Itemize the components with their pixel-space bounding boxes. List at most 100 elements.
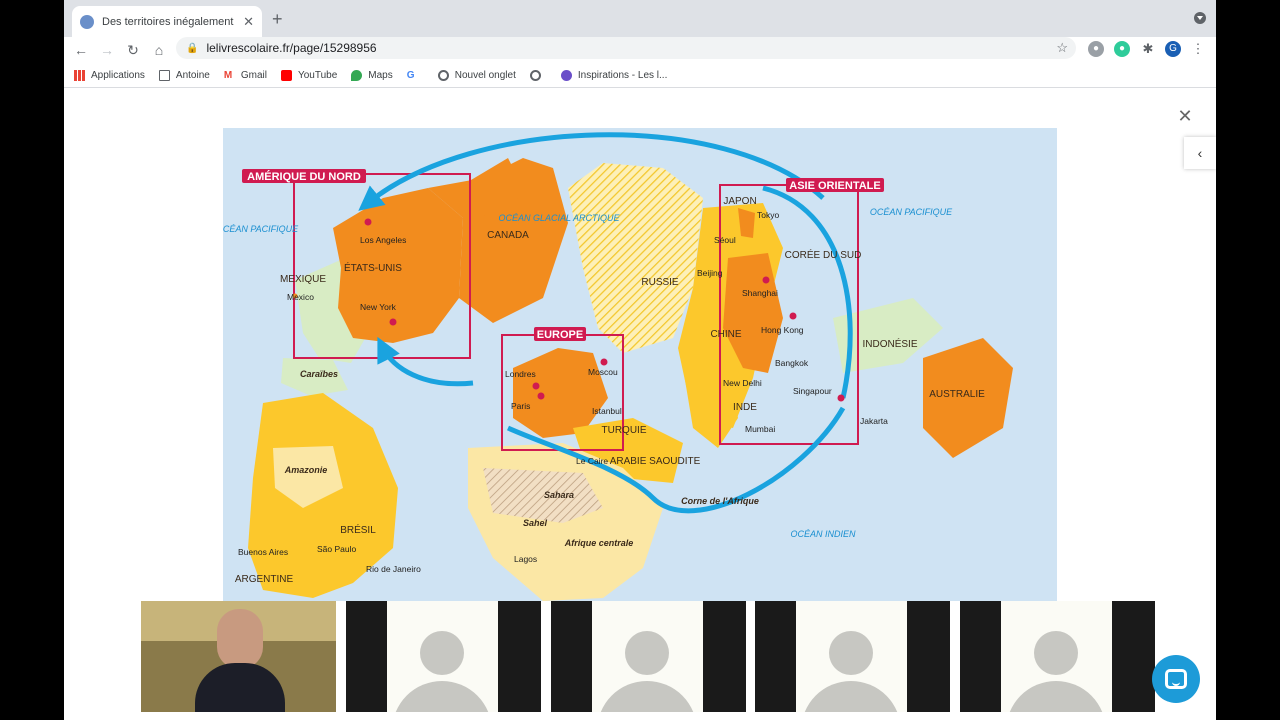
bookmark-google[interactable]: G: [407, 70, 424, 81]
city-dot-los-angeles: [364, 218, 372, 226]
region-amazon: Amazonie: [284, 465, 328, 475]
browser-window: Des territoires inégalement intégrés ✕ +…: [64, 0, 1216, 720]
video-tile-presenter[interactable]: [141, 601, 336, 712]
lock-icon: 🔒: [186, 42, 199, 54]
country-brazil: BRÉSIL: [340, 523, 376, 536]
country-usa: ÉTATS-UNIS: [344, 261, 402, 274]
tab-close-icon[interactable]: ✕: [243, 14, 254, 30]
city-dot-moscow: [600, 358, 608, 366]
new-tab-icon[interactable]: +: [272, 9, 283, 30]
city-dot-london: [532, 382, 540, 390]
city-dot-paris: [537, 392, 545, 400]
city-singapore: Singapour: [793, 386, 832, 396]
city-shanghai: Shanghai: [742, 288, 778, 298]
city-seoul: Séoul: [714, 235, 736, 245]
region-central-africa: Afrique centrale: [564, 538, 634, 548]
globe-icon: [437, 69, 449, 81]
svg-text:ASIE ORIENTALE: ASIE ORIENTALE: [789, 180, 880, 192]
ocean-pacific-east: OCÉAN PACIFIQUE: [870, 207, 953, 217]
svg-text:EUROPE: EUROPE: [537, 329, 583, 341]
country-turkey: TURQUIE: [602, 425, 647, 436]
city-sao-paulo: São Paulo: [317, 544, 356, 554]
chat-button[interactable]: [1152, 655, 1200, 703]
bookmark-gmail[interactable]: M Gmail: [224, 70, 267, 81]
menu-icon[interactable]: ⋮: [1190, 41, 1206, 57]
city-new-york: New York: [360, 302, 397, 312]
city-mumbai: Mumbai: [745, 424, 775, 434]
city-new-delhi: New Delhi: [723, 378, 762, 388]
google-icon: G: [406, 69, 415, 81]
bookmark-antoine[interactable]: Antoine: [158, 69, 210, 81]
bookmarks-bar: Applications Antoine M Gmail YouTube Maps…: [64, 63, 1216, 88]
browser-tab[interactable]: Des territoires inégalement intégrés ✕: [72, 6, 262, 37]
video-tile-participant-3[interactable]: [755, 601, 950, 712]
address-bar[interactable]: 🔒 lelivrescolaire.fr/page/15298956 ☆: [176, 37, 1076, 59]
reload-icon[interactable]: ↻: [120, 42, 146, 59]
bookmark-inspirations[interactable]: Inspirations - Les l...: [560, 69, 667, 81]
city-rio: Rio de Janeiro: [366, 564, 421, 574]
region-horn-africa: Corne de l'Afrique: [681, 496, 759, 506]
city-paris: Paris: [511, 401, 530, 411]
country-canada: CANADA: [487, 230, 529, 241]
grammarly-icon[interactable]: ●: [1114, 41, 1130, 57]
tab-title: Des territoires inégalement intégrés: [102, 15, 237, 28]
ocean-arctic: OCÉAN GLACIAL ARCTIQUE: [498, 213, 620, 223]
country-indonesia: INDONÉSIE: [862, 337, 917, 350]
bookmark-youtube[interactable]: YouTube: [280, 69, 337, 81]
country-saudi: ARABIE SAOUDITE: [610, 456, 701, 467]
country-korea: CORÉE DU SUD: [785, 248, 862, 261]
region-caribbean: Caraïbes: [300, 369, 338, 379]
city-dot-new-york: [389, 318, 397, 326]
youtube-icon: [280, 69, 292, 81]
city-dot-hong-kong: [789, 312, 797, 320]
ocean-indian: OCÉAN INDIEN: [790, 529, 856, 539]
city-cairo: Le Caire: [576, 456, 608, 466]
avatar-placeholder-icon: [829, 631, 873, 675]
avatar-placeholder-icon: [420, 631, 464, 675]
close-icon[interactable]: ✕: [1172, 103, 1198, 129]
city-los-angeles: Los Angeles: [360, 235, 406, 245]
video-tile-participant-4[interactable]: [960, 601, 1155, 712]
country-china: CHINE: [710, 329, 741, 340]
city-tokyo: Tokyo: [757, 210, 779, 220]
home-icon[interactable]: ⌂: [146, 42, 172, 58]
puzzle-extensions-icon[interactable]: ✱: [1140, 41, 1156, 57]
country-mexico: MEXIQUE: [280, 274, 326, 285]
city-jakarta: Jakarta: [860, 416, 888, 426]
maps-pin-icon: [351, 69, 363, 81]
site-favicon-icon: [80, 14, 94, 29]
tab-strip: Des territoires inégalement intégrés ✕ +: [64, 0, 1216, 37]
country-japan: JAPON: [723, 196, 756, 207]
site-icon: [560, 69, 572, 81]
city-london: Londres: [505, 369, 536, 379]
video-tile-participant-2[interactable]: [551, 601, 746, 712]
profile-avatar[interactable]: G: [1165, 41, 1181, 57]
globe-icon: [529, 69, 541, 81]
country-argentina: ARGENTINE: [235, 574, 294, 585]
tab-search-icon[interactable]: [1194, 12, 1206, 24]
city-lagos: Lagos: [514, 554, 537, 564]
bookmark-new-tab[interactable]: Nouvel onglet: [437, 69, 516, 81]
chat-icon: [1165, 669, 1187, 689]
country-russia: RUSSIE: [641, 277, 679, 288]
city-moscow: Moscou: [588, 367, 618, 377]
bookmark-applications[interactable]: Applications: [74, 69, 145, 81]
chevron-left-icon[interactable]: ‹: [1184, 137, 1216, 169]
label-europe: EUROPE: [534, 327, 586, 341]
ocean-pacific-west: OCÉAN PACIFIQUE: [223, 224, 299, 234]
video-tile-participant-1[interactable]: [346, 601, 541, 712]
city-buenos-aires: Buenos Aires: [238, 547, 288, 557]
region-sahel: Sahel: [523, 518, 548, 528]
region-sahara: Sahara: [544, 490, 574, 500]
forward-icon[interactable]: →: [94, 42, 120, 58]
toolbar: ← → ↻ ⌂ 🔒 lelivrescolaire.fr/page/152989…: [64, 37, 1216, 63]
bookmark-star-icon[interactable]: ☆: [1056, 40, 1068, 56]
extension-icon[interactable]: ●: [1088, 41, 1104, 57]
url-text: lelivrescolaire.fr/page/15298956: [206, 41, 377, 55]
back-icon[interactable]: ←: [68, 42, 94, 58]
bookmark-globe[interactable]: [529, 69, 547, 81]
city-beijing: Beijing: [697, 268, 723, 278]
bookmark-maps[interactable]: Maps: [351, 69, 393, 81]
apps-grid-icon: [74, 69, 85, 81]
gmail-icon: M: [223, 69, 233, 81]
